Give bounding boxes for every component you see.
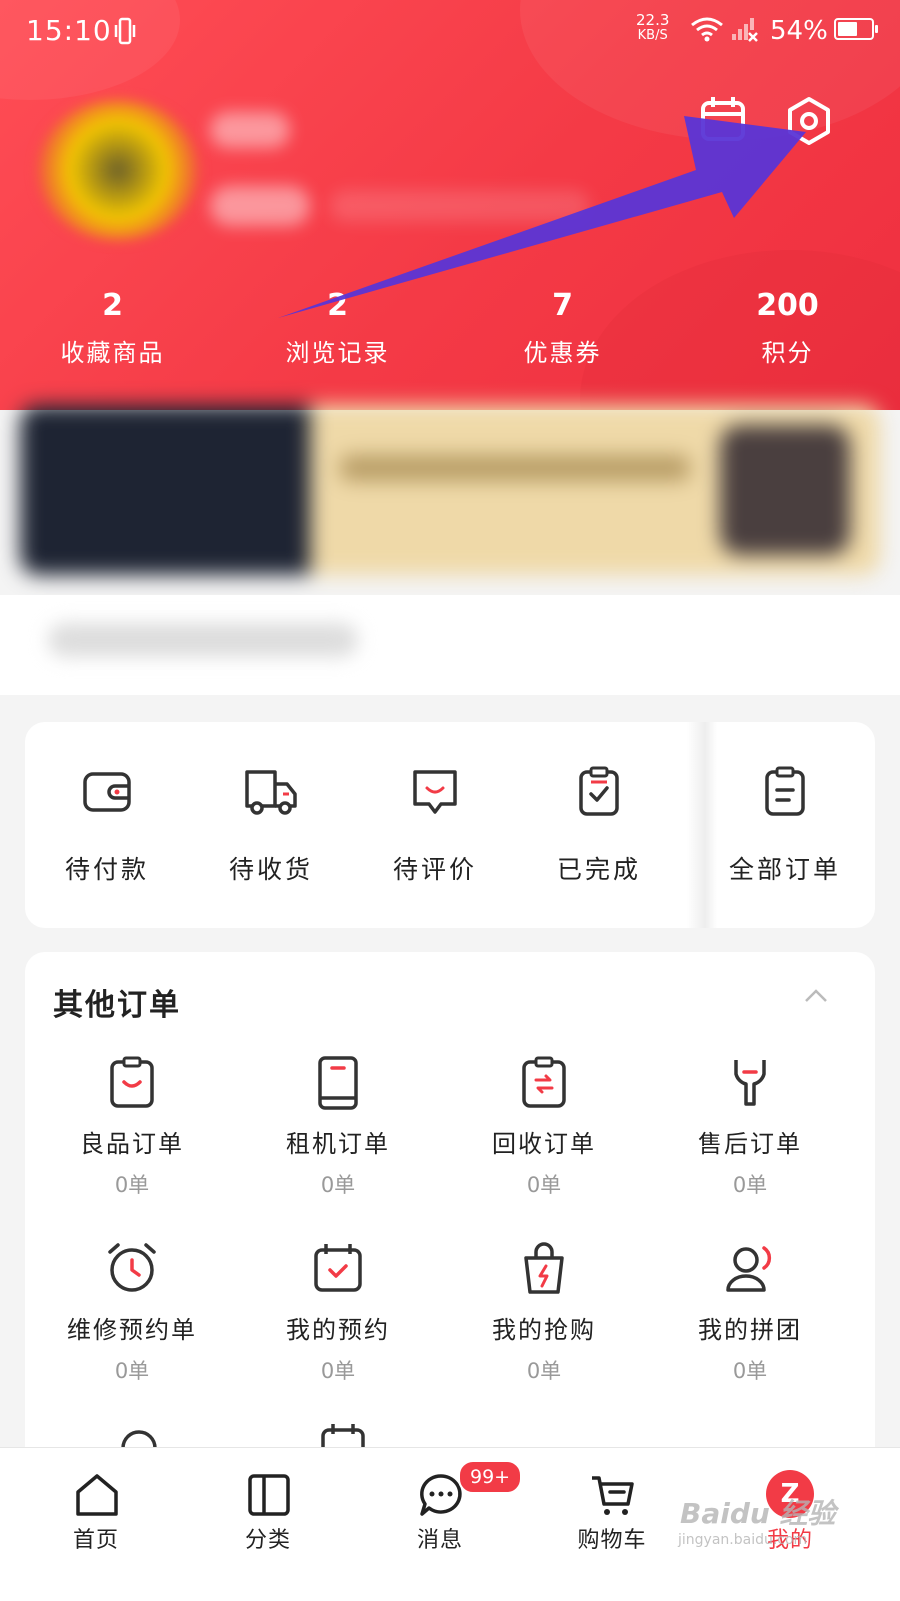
stats-row: 2 收藏商品 2 浏览记录 7 优惠券 200 积分 <box>0 285 900 385</box>
profile-header: 15:10 22.3 KB/S 54% 2 收藏商品 2 浏览记录 7 优惠券 … <box>0 0 900 410</box>
unread-badge: 99+ <box>458 1460 523 1494</box>
chevron-up-icon[interactable] <box>803 986 829 1008</box>
status-time: 15:10 <box>26 14 112 47</box>
grid-count: 0单 <box>526 1359 562 1383</box>
order-label: 待收货 <box>228 855 313 884</box>
tab-home[interactable]: 首页 <box>36 1448 156 1568</box>
grid-count: 0单 <box>732 1359 768 1383</box>
grid-item-flash-sale[interactable]: 我的抢购 0单 <box>439 1240 649 1385</box>
order-label: 待评价 <box>392 855 477 884</box>
stat-value: 2 <box>327 288 348 323</box>
vibrate-icon <box>114 16 136 50</box>
grid-item-aftersale-order[interactable]: 售后订单 0单 <box>645 1054 855 1199</box>
watermark-brand: Baidu 经验 <box>680 1497 836 1530</box>
category-icon <box>248 1474 290 1516</box>
order-pending-review[interactable]: 待评价 <box>365 722 505 928</box>
user-group-icon <box>726 1246 772 1292</box>
home-icon <box>76 1474 118 1516</box>
grid-count: 0单 <box>114 1173 150 1197</box>
stat-favorites[interactable]: 2 收藏商品 <box>0 285 225 385</box>
member-info-blurred <box>330 190 590 222</box>
grid-item-rental-order[interactable]: 租机订单 0单 <box>233 1054 443 1199</box>
order-pending-payment[interactable]: 待付款 <box>37 722 177 928</box>
stat-value: 2 <box>102 288 123 323</box>
grid-item-recycle-order[interactable]: 回收订单 0单 <box>439 1054 649 1199</box>
grid-label: 租机订单 <box>286 1130 390 1158</box>
grid-count: 0单 <box>114 1359 150 1383</box>
stat-label: 浏览记录 <box>285 339 390 367</box>
other-orders-card: 其他订单 良品订单 0单 租机订单 0单 回收订单 0单 售后订单 0单 维修预… <box>25 952 875 1472</box>
tab-category[interactable]: 分类 <box>208 1448 328 1568</box>
grid-label: 维修预约单 <box>67 1316 197 1344</box>
stat-history[interactable]: 2 浏览记录 <box>225 285 450 385</box>
grid-count: 0单 <box>320 1359 356 1383</box>
truck-icon <box>245 770 297 815</box>
promo-text-blurred[interactable] <box>0 595 900 695</box>
tab-label: 购物车 <box>577 1528 647 1553</box>
grid-item-repair-booking[interactable]: 维修预约单 0单 <box>27 1240 237 1385</box>
calendar-check-icon <box>314 1244 362 1292</box>
grid-label: 我的抢购 <box>492 1316 596 1344</box>
section-title: 其他订单 <box>53 988 181 1023</box>
order-label: 全部订单 <box>728 855 841 884</box>
wifi-icon <box>690 16 724 46</box>
stat-coupons[interactable]: 7 优惠券 <box>450 285 675 385</box>
order-completed[interactable]: 已完成 <box>529 722 669 928</box>
grid-label: 售后订单 <box>698 1130 802 1158</box>
order-list-icon <box>765 766 805 816</box>
stat-label: 积分 <box>761 339 814 367</box>
grid-item-my-booking[interactable]: 我的预约 0单 <box>233 1240 443 1385</box>
wallet-icon <box>83 772 131 812</box>
grid-item-quality-order[interactable]: 良品订单 0单 <box>27 1054 237 1199</box>
order-status-card: 待付款 待收货 待评价 已完成 全部订单 <box>25 722 875 928</box>
username-blurred <box>210 112 290 148</box>
signal-icon <box>730 16 760 46</box>
grid-item-group-buy[interactable]: 我的拼团 0单 <box>645 1240 855 1385</box>
watermark-url: jingyan.baidu.com <box>678 1532 808 1548</box>
smile-clipboard-icon <box>110 1056 154 1108</box>
wrench-icon <box>734 1060 766 1106</box>
grid-label: 良品订单 <box>80 1130 184 1158</box>
cart-icon <box>592 1476 634 1515</box>
grid-count: 0单 <box>526 1173 562 1197</box>
stat-value: 7 <box>552 288 573 323</box>
recycle-clipboard-icon <box>522 1056 566 1108</box>
stat-label: 优惠券 <box>523 339 602 367</box>
settings-icon[interactable] <box>784 96 834 150</box>
order-pending-receipt[interactable]: 待收货 <box>201 722 341 928</box>
alarm-clock-icon <box>108 1243 156 1292</box>
order-label: 已完成 <box>556 855 641 884</box>
order-label: 待付款 <box>64 855 149 884</box>
member-level-blurred <box>210 186 310 226</box>
tab-label: 消息 <box>416 1528 463 1553</box>
grid-label: 回收订单 <box>492 1130 596 1158</box>
battery-icon <box>834 18 878 40</box>
grid-count: 0单 <box>732 1173 768 1197</box>
tab-cart[interactable]: 购物车 <box>552 1448 672 1568</box>
comment-icon <box>413 770 457 814</box>
grid-label: 我的预约 <box>286 1316 390 1344</box>
network-speed: 22.3 KB/S <box>636 11 670 43</box>
battery-percent: 54% <box>770 16 828 46</box>
avatar[interactable] <box>38 100 198 240</box>
phone-icon <box>318 1056 358 1110</box>
shopping-bag-bolt-icon <box>524 1242 564 1294</box>
grid-count: 0单 <box>320 1173 356 1197</box>
bottom-tab-bar: 首页 分类 消息 99+ 购物车 Z 我的 Baidu 经验 jingyan.b… <box>0 1447 900 1601</box>
stat-points[interactable]: 200 积分 <box>675 285 900 385</box>
grid-label: 我的拼团 <box>698 1316 802 1344</box>
tab-label: 分类 <box>244 1528 291 1553</box>
stat-value: 200 <box>756 288 819 323</box>
clipboard-check-icon <box>579 766 619 816</box>
status-bar: 15:10 22.3 KB/S 54% <box>0 0 900 64</box>
order-all[interactable]: 全部订单 <box>710 722 860 928</box>
calendar-icon[interactable] <box>698 94 748 148</box>
stat-label: 收藏商品 <box>60 339 165 367</box>
membership-banner-blurred[interactable] <box>20 405 880 575</box>
tab-label: 首页 <box>72 1528 119 1553</box>
